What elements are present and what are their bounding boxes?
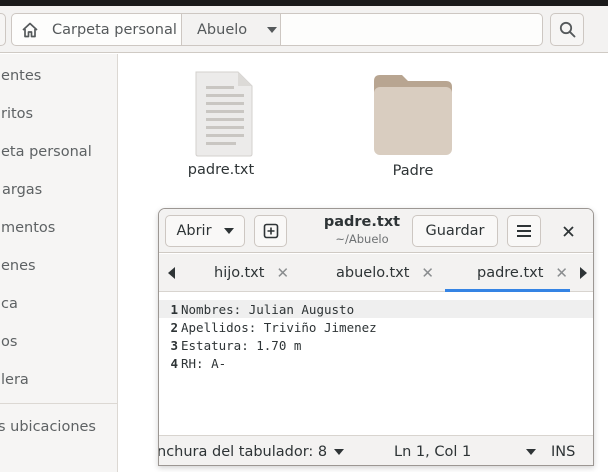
tab-close-icon[interactable]: ✕ <box>276 264 289 282</box>
file-name: padre.txt <box>187 162 255 178</box>
document-tabs: hijo.txt ✕ abuelo.txt ✕ padre.txt ✕ <box>159 254 593 292</box>
sidebar-item-other-locations[interactable]: s ubicaciones <box>0 412 118 442</box>
gedit-window: Abrir padre.txt ~/Abuelo Guardar hijo.tx… <box>158 208 594 466</box>
path-home-label: Carpeta personal <box>52 21 177 38</box>
search-icon <box>559 21 575 38</box>
sidebar-item-label: ca <box>1 296 18 312</box>
sidebar-item-downloads[interactable]: argas <box>0 175 118 205</box>
close-window-button[interactable] <box>557 220 579 242</box>
save-button[interactable]: Guardar <box>412 215 498 247</box>
editor-line[interactable]: 3 Estatura: 1.70 m <box>159 336 593 354</box>
tab-label: hijo.txt <box>214 265 265 281</box>
sidebar-item-label: lera <box>1 372 29 388</box>
status-bar: nchura del tabulador: 8 Ln 1, Col 1 INS <box>158 435 593 465</box>
sidebar-item-label: mentos <box>1 220 56 236</box>
tab-close-icon[interactable]: ✕ <box>555 264 568 282</box>
document-path: ~/Abuelo <box>335 232 389 246</box>
sidebar-item-label: eta personal <box>1 144 92 160</box>
files-headerbar: Carpeta personal Abuelo <box>0 6 608 53</box>
chevron-down-icon <box>334 449 345 455</box>
new-document-icon <box>263 223 278 239</box>
tab-close-icon[interactable]: ✕ <box>421 264 434 282</box>
menu-button[interactable] <box>507 215 541 247</box>
search-button[interactable] <box>550 13 584 46</box>
cursor-position-label: Ln 1, Col 1 <box>394 444 472 460</box>
tab-label: padre.txt <box>477 265 544 281</box>
sidebar-item-recent[interactable]: ientes <box>0 61 118 91</box>
folder-name: Padre <box>392 163 434 179</box>
sidebar-item-label: argas <box>2 182 43 198</box>
sidebar-separator <box>0 403 118 404</box>
sidebar-item-label: ritos <box>1 106 34 122</box>
open-button-label: Abrir <box>176 223 212 239</box>
cursor-position-selector[interactable]: Ln 1, Col 1 <box>394 436 537 465</box>
home-icon <box>22 22 38 37</box>
sidebar-item-label: ientes <box>0 68 42 84</box>
new-tab-button[interactable] <box>254 215 287 247</box>
editor-line[interactable]: 2 Apellidos: Triviño Jimenez <box>159 318 593 336</box>
hamburger-menu-icon <box>517 225 531 237</box>
sidebar-item-documents[interactable]: mentos <box>0 213 118 243</box>
line-number: 2 <box>170 319 178 335</box>
insert-mode-indicator: INS <box>551 436 576 465</box>
sidebar-item-starred[interactable]: ritos <box>0 99 118 129</box>
window-title: padre.txt ~/Abuelo <box>307 214 417 246</box>
editor-line[interactable]: 1 Nombres: Julian Augusto <box>159 300 593 318</box>
chevron-down-icon <box>526 449 537 455</box>
sidebar-item-home[interactable]: eta personal <box>0 137 118 167</box>
path-home-button[interactable]: Carpeta personal <box>12 14 182 45</box>
chevron-down-icon <box>267 26 278 33</box>
tab-width-label: nchura del tabulador: 8 <box>158 444 328 460</box>
close-icon <box>562 225 574 237</box>
open-button[interactable]: Abrir <box>165 215 245 247</box>
document-title: padre.txt <box>323 214 401 230</box>
tab-padre-txt[interactable]: padre.txt ✕ <box>445 254 570 292</box>
places-sidebar: ientes ritos eta personal argas mentos e… <box>0 54 118 472</box>
text-file-icon <box>195 71 253 157</box>
line-text: Nombres: Julian Augusto <box>181 301 355 317</box>
file-item-padre-txt[interactable]: padre.txt <box>176 70 266 178</box>
sidebar-item-music[interactable]: ca <box>0 289 118 319</box>
line-text: RH: A- <box>181 355 227 371</box>
editor-line[interactable]: 4 RH: A- <box>159 354 593 372</box>
insert-mode-label: INS <box>551 444 576 460</box>
tabs-scroll-right-icon[interactable] <box>580 267 587 279</box>
folder-item-padre[interactable]: Padre <box>363 73 463 179</box>
save-button-label: Guardar <box>425 223 485 239</box>
line-number: 1 <box>170 301 178 317</box>
sidebar-item-label: os <box>1 334 18 350</box>
sidebar-item-pictures[interactable]: enes <box>0 251 118 281</box>
folder-icon <box>374 75 452 155</box>
gedit-headerbar: Abrir padre.txt ~/Abuelo Guardar <box>159 209 593 253</box>
path-bar: Carpeta personal Abuelo <box>11 13 543 46</box>
sidebar-item-trash[interactable]: lera <box>0 365 118 395</box>
tab-abuelo-txt[interactable]: abuelo.txt ✕ <box>336 254 434 292</box>
line-number: 3 <box>170 337 178 353</box>
path-current-button[interactable]: Abuelo <box>182 14 281 45</box>
line-number: 4 <box>170 355 178 371</box>
forward-button[interactable] <box>0 13 6 46</box>
tabs-scroll-left-icon[interactable] <box>168 267 175 279</box>
text-editor[interactable]: 1 Nombres: Julian Augusto 2 Apellidos: T… <box>159 293 593 435</box>
sidebar-item-videos[interactable]: os <box>0 327 118 357</box>
tab-hijo-txt[interactable]: hijo.txt ✕ <box>214 254 289 292</box>
tab-label: abuelo.txt <box>336 265 410 281</box>
line-text: Estatura: 1.70 m <box>181 337 302 353</box>
line-text: Apellidos: Triviño Jimenez <box>181 319 377 335</box>
sidebar-item-label: enes <box>1 258 36 274</box>
sidebar-item-label: s ubicaciones <box>0 419 96 435</box>
path-current-label: Abuelo <box>197 21 248 38</box>
tab-width-selector[interactable]: nchura del tabulador: 8 <box>158 436 345 465</box>
chevron-down-icon <box>223 228 234 234</box>
